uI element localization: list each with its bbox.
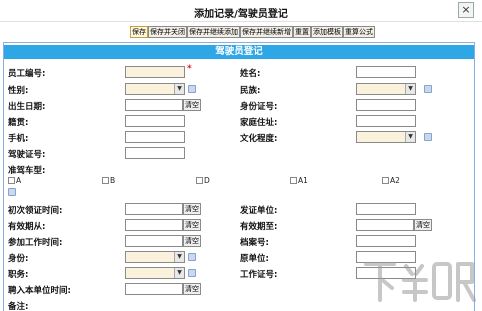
add-option-icon[interactable] <box>424 85 432 93</box>
vehicle-type-checkbox-a1[interactable] <box>290 177 297 184</box>
save-button[interactable]: 保存 <box>130 26 148 38</box>
id-no-input[interactable] <box>356 99 416 111</box>
required-mark: * <box>187 64 192 74</box>
chevron-down-icon: ▼ <box>405 132 415 142</box>
clear-valid-to-button[interactable]: 清空 <box>414 219 432 231</box>
gender-label: 性别: <box>8 86 29 96</box>
identity-label: 身份: <box>8 254 29 264</box>
position-label: 职务: <box>8 270 29 280</box>
valid-from-input[interactable] <box>125 219 183 231</box>
home-address-label: 家庭住址: <box>240 118 278 128</box>
education-select[interactable]: ▼ <box>356 131 416 143</box>
save-and-close-button[interactable]: 保存并关闭 <box>148 26 187 38</box>
clear-work-start-button[interactable]: 清空 <box>183 235 201 247</box>
add-option-icon[interactable] <box>188 269 196 277</box>
work-start-input[interactable] <box>125 235 183 247</box>
valid-to-input[interactable] <box>356 219 414 231</box>
phone-label: 手机: <box>8 134 29 144</box>
issuing-unit-input[interactable] <box>356 203 416 215</box>
name-input[interactable] <box>356 66 416 78</box>
birth-date-label: 出生日期: <box>8 102 46 112</box>
add-option-icon[interactable] <box>188 253 196 261</box>
valid-to-label: 有效期至: <box>240 222 278 232</box>
vehicle-type-checkbox-b[interactable] <box>102 177 109 184</box>
vehicle-type-label-a1: A1 <box>298 176 308 185</box>
gender-select[interactable]: ▼ <box>125 83 185 95</box>
clear-birth-date-button[interactable]: 清空 <box>183 99 201 111</box>
watermark-logo <box>364 262 476 302</box>
archive-no-label: 档案号: <box>240 238 269 248</box>
issuing-unit-label: 发证单位: <box>240 206 278 216</box>
save-and-continue-add-button[interactable]: 保存并继续添加 <box>187 26 240 38</box>
id-no-label: 身份证号: <box>240 102 278 112</box>
save-and-continue-new-button[interactable]: 保存并继续新增 <box>240 26 293 38</box>
add-option-icon[interactable] <box>8 188 16 196</box>
add-option-icon[interactable] <box>424 133 432 141</box>
native-place-input[interactable] <box>125 115 185 127</box>
first-issue-input[interactable] <box>125 203 183 215</box>
vehicle-type-label: 准驾车型: <box>8 166 46 176</box>
position-select[interactable]: ▼ <box>125 267 185 279</box>
valid-from-label: 有效期从: <box>8 222 46 232</box>
hire-date-label: 聘入本单位时间: <box>8 286 71 296</box>
employee-no-label: 员工编号: <box>8 69 46 79</box>
vehicle-type-label-d: D <box>204 176 210 185</box>
vehicle-type-checkbox-a2[interactable] <box>382 177 389 184</box>
toolbar: 保存 保存并关闭 保存并继续添加 保存并继续新增 重置 添加模板 重算公式 <box>130 26 375 38</box>
archive-no-input[interactable] <box>356 235 416 247</box>
license-no-input[interactable] <box>125 147 185 159</box>
clear-hire-date-button[interactable]: 清空 <box>183 283 201 295</box>
home-address-input[interactable] <box>356 115 416 127</box>
vehicle-type-label-a2: A2 <box>390 176 400 185</box>
original-unit-label: 原单位: <box>240 254 269 264</box>
phone-input[interactable] <box>125 131 185 143</box>
education-label: 文化程度: <box>240 134 278 144</box>
add-option-icon[interactable] <box>188 85 196 93</box>
clear-first-issue-button[interactable]: 清空 <box>183 203 201 215</box>
work-id-label: 工作证号: <box>240 270 278 280</box>
birth-date-input[interactable] <box>125 99 183 111</box>
hire-date-input[interactable] <box>125 283 183 295</box>
close-button[interactable]: × <box>458 2 474 18</box>
native-place-label: 籍贯: <box>8 118 29 128</box>
chevron-down-icon: ▼ <box>174 268 184 278</box>
name-label: 姓名: <box>240 69 261 79</box>
window-titlebar: 添加记录/驾驶员登记 × <box>0 0 482 22</box>
chevron-down-icon: ▼ <box>405 84 415 94</box>
chevron-down-icon: ▼ <box>174 252 184 262</box>
license-no-label: 驾驶证号: <box>8 150 46 160</box>
reset-button[interactable]: 重置 <box>293 26 311 38</box>
vehicle-type-checkbox-d[interactable] <box>196 177 203 184</box>
clear-valid-from-button[interactable]: 清空 <box>183 219 201 231</box>
identity-select[interactable]: ▼ <box>125 251 185 263</box>
ethnicity-select[interactable]: ▼ <box>356 83 416 95</box>
vehicle-type-checkbox-a[interactable] <box>8 177 15 184</box>
add-template-button[interactable]: 添加模板 <box>311 26 343 38</box>
work-start-label: 参加工作时间: <box>8 238 63 248</box>
chevron-down-icon: ▼ <box>174 84 184 94</box>
ethnicity-label: 民族: <box>240 86 261 96</box>
form-header: 驾驶员登记 <box>4 45 474 59</box>
remark-label: 备注: <box>8 302 29 311</box>
recalculate-button[interactable]: 重算公式 <box>343 26 375 38</box>
vehicle-type-label-a: A <box>16 176 22 185</box>
vehicle-type-label-b: B <box>110 176 116 185</box>
employee-no-input[interactable] <box>125 66 185 78</box>
first-issue-label: 初次领证时间: <box>8 206 63 216</box>
window-title: 添加记录/驾驶员登记 <box>194 9 288 20</box>
